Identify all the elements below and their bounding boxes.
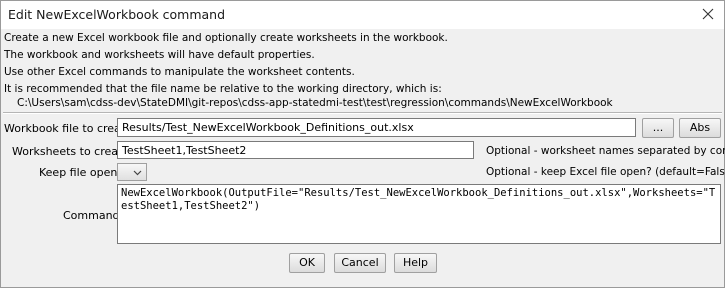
chevron-down-icon — [133, 170, 142, 176]
workbook-file-input[interactable]: Results/Test_NewExcelWorkbook_Definition… — [117, 118, 636, 137]
window-title: Edit NewExcelWorkbook command — [8, 7, 226, 22]
description-line-2: The workbook and worksheets will have de… — [4, 49, 315, 61]
keep-open-label: Keep file open?: — [39, 166, 127, 179]
worksheets-input[interactable]: TestSheet1,TestSheet2 — [117, 141, 474, 159]
description-line-4: It is recommended that the file name be … — [4, 83, 442, 95]
browse-button[interactable]: ... — [642, 118, 674, 138]
workbook-file-label: Workbook file to create: — [4, 122, 136, 135]
description-line-1: Create a new Excel workbook file and opt… — [4, 32, 448, 44]
abs-path-button[interactable]: Abs — [679, 118, 721, 138]
cancel-button[interactable]: Cancel — [334, 253, 386, 273]
description-line-3: Use other Excel commands to manipulate t… — [4, 66, 355, 78]
worksheets-label: Worksheets to create: — [12, 145, 133, 158]
dialog-window: Edit NewExcelWorkbook command Create a n… — [0, 0, 725, 288]
close-icon[interactable] — [701, 7, 715, 21]
working-directory-path: C:\Users\sam\cdss-dev\StateDMI\git-repos… — [17, 97, 613, 109]
ok-button[interactable]: OK — [289, 253, 325, 273]
command-text-area[interactable]: NewExcelWorkbook(OutputFile="Results/Tes… — [117, 184, 721, 244]
keep-open-note: Optional - keep Excel file open? (defaul… — [486, 166, 725, 178]
help-button[interactable]: Help — [394, 253, 437, 273]
keep-open-dropdown[interactable] — [117, 163, 147, 181]
separator — [3, 112, 722, 114]
title-bar: Edit NewExcelWorkbook command — [1, 1, 724, 29]
worksheets-note: Optional - worksheet names separated by … — [486, 145, 725, 157]
command-label: Command: — [63, 209, 124, 222]
